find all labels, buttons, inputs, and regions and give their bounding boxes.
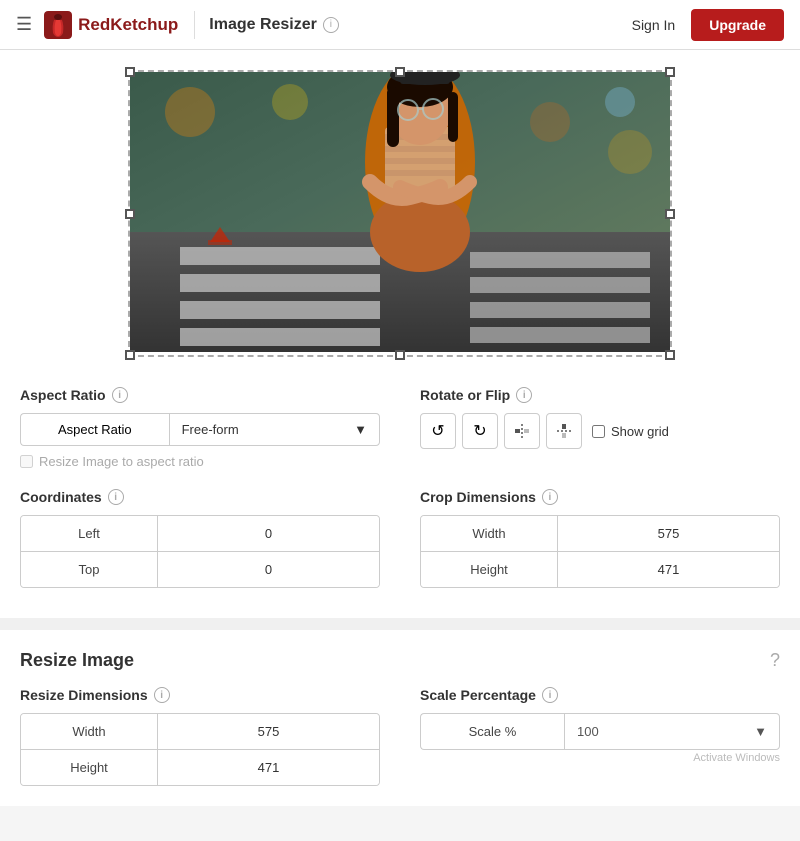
scale-dropdown-row: Scale % 100 ▼ (420, 713, 780, 750)
handle-mid-right[interactable] (665, 209, 675, 219)
brand-name: RedKetchup (78, 15, 178, 35)
coordinates-label: Coordinates i (20, 489, 380, 505)
flip-vertical-button[interactable] (546, 413, 582, 449)
app-info-icon[interactable]: i (323, 17, 339, 33)
resize-dimensions-label: Resize Dimensions i (20, 687, 380, 703)
signin-button[interactable]: Sign In (632, 17, 676, 33)
scale-percentage-info-icon[interactable]: i (542, 687, 558, 703)
brand-logo: RedKetchup (44, 11, 178, 39)
resize-height-label: Height (21, 750, 157, 785)
controls-section: Aspect Ratio i Aspect Ratio Free-form ▼ … (20, 377, 780, 598)
resize-width-value[interactable]: 575 (157, 714, 379, 749)
coord-left-value[interactable]: 0 (157, 516, 379, 551)
crop-height-row: Height 471 (421, 552, 779, 587)
resize-image-checkbox[interactable] (20, 455, 33, 468)
watermark-notice: Activate Windows (420, 752, 780, 764)
menu-icon[interactable]: ☰ (16, 14, 32, 35)
resize-grid: Resize Dimensions i Width 575 Height 471… (20, 687, 780, 786)
aspect-ratio-row: Aspect Ratio Free-form ▼ (20, 413, 380, 446)
rotate-cw-button[interactable]: ↻ (462, 413, 498, 449)
crop-dimensions-table: Width 575 Height 471 (420, 515, 780, 588)
coord-top-row: Top 0 (21, 552, 379, 587)
handle-mid-left[interactable] (125, 209, 135, 219)
header: ☰ RedKetchup Image Resizer i Sign In Upg… (0, 0, 800, 50)
coord-left-label: Left (21, 516, 157, 551)
image-wrapper[interactable] (128, 70, 672, 357)
resize-section: Resize Image ? Resize Dimensions i Width… (0, 630, 800, 806)
crop-height-label: Height (421, 552, 557, 587)
coord-top-value[interactable]: 0 (157, 552, 379, 587)
aspect-ratio-group: Aspect Ratio i Aspect Ratio Free-form ▼ … (20, 387, 380, 469)
section-separator (0, 618, 800, 630)
coordinates-table: Left 0 Top 0 (20, 515, 380, 588)
coord-left-row: Left 0 (21, 516, 379, 552)
image-canvas-area (20, 70, 780, 357)
crop-dimensions-info-icon[interactable]: i (542, 489, 558, 505)
rotate-ccw-button[interactable]: ↺ (420, 413, 456, 449)
coordinates-info-icon[interactable]: i (108, 489, 124, 505)
scale-label: Scale % (420, 713, 564, 750)
handle-bottom-mid[interactable] (395, 350, 405, 360)
brand-icon (44, 11, 72, 39)
handle-bottom-right[interactable] (665, 350, 675, 360)
resize-dimensions-info-icon[interactable]: i (154, 687, 170, 703)
scale-dropdown[interactable]: 100 ▼ (564, 713, 780, 750)
aspect-ratio-info-icon[interactable]: i (112, 387, 128, 403)
resize-image-label: Resize Image to aspect ratio (39, 454, 204, 469)
resize-section-title: Resize Image (20, 650, 134, 671)
handle-top-left[interactable] (125, 67, 135, 77)
resize-height-row: Height 471 (21, 750, 379, 785)
rotate-flip-row: ↺ ↻ (420, 413, 780, 449)
handle-bottom-left[interactable] (125, 350, 135, 360)
crop-height-value[interactable]: 471 (557, 552, 779, 587)
crop-width-row: Width 575 (421, 516, 779, 552)
show-grid-checkbox[interactable] (592, 425, 605, 438)
resize-width-label: Width (21, 714, 157, 749)
crop-dimensions-group: Crop Dimensions i Width 575 Height 471 (420, 489, 780, 588)
crop-width-value[interactable]: 575 (557, 516, 779, 551)
coordinates-group: Coordinates i Left 0 Top 0 (20, 489, 380, 588)
resize-image-checkbox-row: Resize Image to aspect ratio (20, 454, 380, 469)
show-grid-label[interactable]: Show grid (592, 424, 669, 439)
resize-help-icon[interactable]: ? (770, 650, 780, 671)
flip-horizontal-button[interactable] (504, 413, 540, 449)
handle-top-mid[interactable] (395, 67, 405, 77)
handle-top-right[interactable] (665, 67, 675, 77)
rotate-flip-group: Rotate or Flip i ↺ ↻ (420, 387, 780, 469)
aspect-ratio-button[interactable]: Aspect Ratio (20, 413, 169, 446)
aspect-ratio-label: Aspect Ratio i (20, 387, 380, 403)
app-title: Image Resizer (209, 16, 317, 34)
resize-height-value[interactable]: 471 (157, 750, 379, 785)
aspect-ratio-dropdown[interactable]: Free-form ▼ (169, 413, 380, 446)
resize-width-row: Width 575 (21, 714, 379, 750)
main-image (130, 72, 670, 352)
resize-dimensions-table: Width 575 Height 471 (20, 713, 380, 786)
scale-percentage-group: Scale Percentage i Scale % 100 ▼ Activat… (420, 687, 780, 786)
upgrade-button[interactable]: Upgrade (691, 9, 784, 41)
crop-width-label: Width (421, 516, 557, 551)
rotate-flip-label: Rotate or Flip i (420, 387, 780, 403)
rotate-flip-info-icon[interactable]: i (516, 387, 532, 403)
main-content: Aspect Ratio i Aspect Ratio Free-form ▼ … (0, 50, 800, 618)
scale-percentage-label: Scale Percentage i (420, 687, 780, 703)
flip-h-icon (513, 422, 531, 440)
coord-top-label: Top (21, 552, 157, 587)
flip-v-icon (555, 422, 573, 440)
crop-dimensions-label: Crop Dimensions i (420, 489, 780, 505)
resize-section-header: Resize Image ? (20, 650, 780, 671)
header-divider (194, 11, 195, 39)
resize-dimensions-group: Resize Dimensions i Width 575 Height 471 (20, 687, 380, 786)
